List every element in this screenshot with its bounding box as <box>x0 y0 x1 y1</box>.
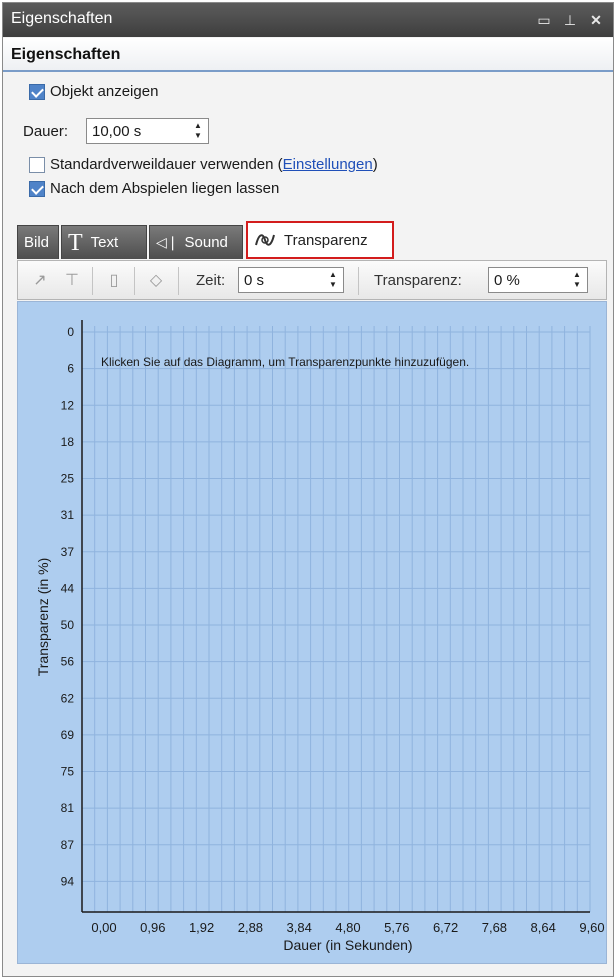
tab-strip: Bild T Text ◁❘ Sound Transparenz <box>17 219 607 259</box>
y-tick-label: 62 <box>61 691 75 705</box>
transparency-spin-arrows[interactable]: ▲ ▼ <box>571 270 583 290</box>
y-tick-label: 31 <box>61 508 75 522</box>
y-tick-label: 94 <box>61 874 75 888</box>
speaker-icon: ◁❘ <box>156 234 179 250</box>
y-tick-labels: 0 6 12 18 25 31 37 44 50 56 62 69 75 81 87 94 <box>61 325 75 888</box>
x-tick-label: 8,64 <box>531 920 556 935</box>
standard-duration-option[interactable]: Standardverweildauer verwenden (Einstell… <box>29 156 378 173</box>
x-tick-label: 2,88 <box>238 920 263 935</box>
section-header: Eigenschaften <box>3 38 613 72</box>
delete-icon[interactable]: ▯ <box>102 269 126 293</box>
settings-link[interactable]: Einstellungen <box>283 156 373 173</box>
tab-text-label: Text <box>90 234 119 251</box>
standard-duration-checkbox[interactable] <box>29 156 45 173</box>
tab-bild-label: Bild <box>24 234 50 251</box>
panel-titlebar: Eigenschaften ▭ ⊥ ✕ <box>3 3 613 37</box>
x-tick-label: 1,92 <box>189 920 214 935</box>
show-object-label: Objekt anzeigen <box>50 83 159 100</box>
toolbar-separator <box>92 267 93 295</box>
y-tick-label: 18 <box>61 435 75 449</box>
stay-after-play-label: Nach dem Abspielen liegen lassen <box>50 180 280 197</box>
x-tick-label: 0,96 <box>140 920 165 935</box>
y-tick-label: 50 <box>61 618 75 632</box>
toolbar-separator <box>178 267 179 295</box>
chart-grid <box>82 326 591 912</box>
x-axis-label: Dauer (in Sekunden) <box>283 937 412 953</box>
y-tick-label: 87 <box>61 838 75 852</box>
transparency-value[interactable]: 0 % <box>494 272 520 289</box>
show-object-checkbox[interactable] <box>29 83 45 100</box>
panel-title: Eigenschaften <box>11 10 113 27</box>
toolbar-separator <box>358 267 359 295</box>
x-tick-label: 4,80 <box>335 920 360 935</box>
y-tick-label: 37 <box>61 545 75 559</box>
duration-spin-arrows[interactable]: ▲ ▼ <box>192 121 204 141</box>
x-tick-label: 0,00 <box>91 920 116 935</box>
y-tick-label: 81 <box>61 801 75 815</box>
x-tick-label: 5,76 <box>384 920 409 935</box>
x-tick-label: 9,60 <box>579 920 604 935</box>
tab-sound[interactable]: ◁❘ Sound <box>149 225 243 259</box>
show-object-option[interactable]: Objekt anzeigen <box>29 83 158 100</box>
toolbar-separator <box>134 267 135 295</box>
duration-spinbox[interactable]: 10,00 s ▲ ▼ <box>86 118 209 144</box>
tab-transparenz[interactable]: Transparenz <box>246 221 394 259</box>
y-tick-label: 12 <box>61 398 75 412</box>
stay-after-play-checkbox[interactable] <box>29 180 45 197</box>
y-tick-label: 75 <box>61 765 75 779</box>
time-spin-arrows[interactable]: ▲ ▼ <box>327 270 339 290</box>
tab-transparenz-label: Transparenz <box>284 231 368 249</box>
close-icon[interactable]: ✕ <box>585 9 607 31</box>
chart-hint: Klicken Sie auf das Diagramm, um Transpa… <box>101 355 469 369</box>
transparency-chart[interactable]: 0 6 12 18 25 31 37 44 50 56 62 69 75 81 87 94 0,00 0,96 1… <box>17 301 607 964</box>
y-axis-label: Transparenz (in %) <box>35 558 51 677</box>
transparency-spinbox[interactable]: 0 % ▲ ▼ <box>488 267 588 293</box>
tab-bild[interactable]: Bild <box>17 225 59 259</box>
x-tick-label: 6,72 <box>433 920 458 935</box>
x-tick-label: 3,84 <box>287 920 312 935</box>
x-tick-labels: 0,00 0,96 1,92 2,88 3,84 4,80 5,76 6,72 7,68 8,64… <box>91 920 604 935</box>
standard-duration-close: ) <box>372 156 378 173</box>
text-tab-icon: T <box>68 229 83 256</box>
y-tick-label: 6 <box>67 362 74 376</box>
y-tick-label: 0 <box>67 325 74 339</box>
transparency-label: Transparenz: <box>374 272 462 289</box>
stay-after-play-option[interactable]: Nach dem Abspielen liegen lassen <box>29 180 279 197</box>
duration-value[interactable]: 10,00 s <box>92 123 141 140</box>
tab-text[interactable]: T Text <box>61 225 147 259</box>
y-tick-label: 56 <box>61 655 75 669</box>
transparency-toolbar: ↗ ⊤ ▯ ◇ Zeit: 0 s ▲ ▼ Transparenz: 0 % ▲ ▼ <box>17 260 607 300</box>
pin-icon[interactable]: ⊥ <box>559 9 581 31</box>
insert-point-icon[interactable]: ⊤ <box>60 269 84 293</box>
time-spinbox[interactable]: 0 s ▲ ▼ <box>238 267 344 293</box>
duration-label: Dauer: <box>23 123 69 140</box>
transparency-chart-svg[interactable]: 0 6 12 18 25 31 37 44 50 56 62 69 75 81 87 94 0,00 0,96 1… <box>18 302 608 965</box>
y-tick-label: 44 <box>61 581 75 595</box>
duration-row: Dauer: <box>23 123 68 140</box>
transparency-wave-icon <box>255 234 275 246</box>
add-point-icon[interactable]: ↗ <box>28 269 52 293</box>
tab-sound-label: Sound <box>184 234 228 251</box>
standard-duration-label: Standardverweildauer verwenden ( <box>50 156 283 173</box>
y-tick-label: 25 <box>61 472 75 486</box>
minimize-icon[interactable]: ▭ <box>533 9 555 31</box>
section-title: Eigenschaften <box>11 46 121 63</box>
x-tick-label: 7,68 <box>482 920 507 935</box>
properties-panel: Eigenschaften ▭ ⊥ ✕ Eigenschaften Objekt… <box>2 2 614 977</box>
y-tick-label: 69 <box>61 728 75 742</box>
time-value[interactable]: 0 s <box>244 272 264 289</box>
fit-icon[interactable]: ◇ <box>144 269 168 293</box>
time-label: Zeit: <box>196 272 226 289</box>
